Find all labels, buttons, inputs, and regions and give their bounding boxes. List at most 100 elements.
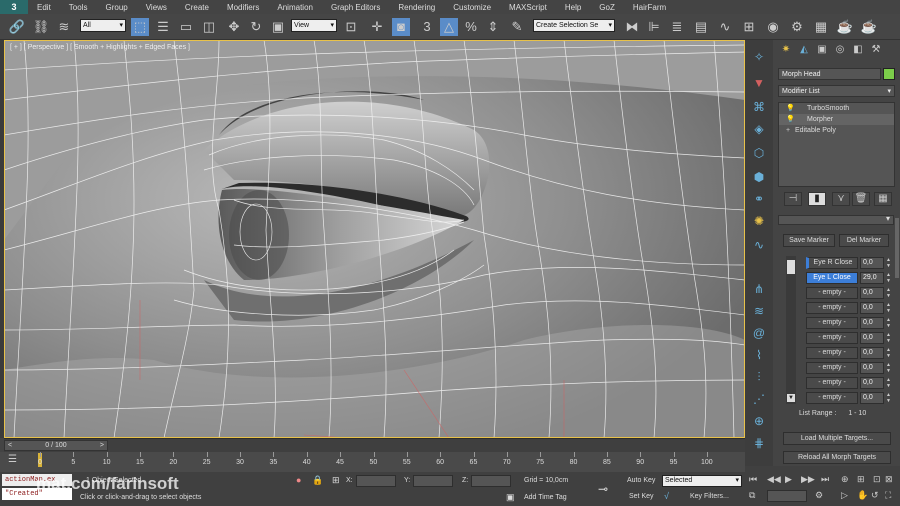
- perspective-viewport[interactable]: [ + ] [ Perspective ] [ Smooth + Highlig…: [4, 40, 745, 438]
- unlink-icon[interactable]: ⛓: [32, 18, 50, 36]
- chain-icon[interactable]: ⚭: [750, 190, 768, 208]
- add-time-tag[interactable]: Add Time Tag: [524, 494, 567, 501]
- edit-named-sets-icon[interactable]: ✎: [508, 18, 526, 36]
- comb-icon[interactable]: ⫶: [750, 368, 768, 386]
- track-bar[interactable]: ☰ 0 5 10 15 20 25 30 35 40 45 50 55 60 65 70 75 80 85 90 95…: [0, 452, 745, 472]
- brush-icon[interactable]: ⌇: [750, 346, 768, 364]
- set-key-button[interactable]: Set Key: [629, 493, 654, 500]
- key-mode-dropdown[interactable]: Selected: [662, 475, 742, 487]
- motion-icon[interactable]: ◈: [750, 120, 768, 138]
- configure-sets-icon[interactable]: ▦: [874, 192, 892, 206]
- expand-icon[interactable]: +: [786, 125, 790, 136]
- pivot-center-icon[interactable]: ⊡: [342, 18, 360, 36]
- percent-snap-icon[interactable]: %: [462, 18, 480, 36]
- lightbulb-icon[interactable]: 💡: [786, 114, 795, 125]
- spinner-icon[interactable]: ▲ ▼: [886, 302, 892, 314]
- menu-group[interactable]: Group: [96, 3, 136, 12]
- y-coordinate-field[interactable]: [413, 475, 453, 487]
- show-end-result-icon[interactable]: ▮: [808, 192, 826, 206]
- z-coordinate-field[interactable]: [471, 475, 511, 487]
- select-by-name-icon[interactable]: ☰: [154, 18, 172, 36]
- reference-coordinate-dropdown[interactable]: View: [291, 19, 337, 32]
- lock-icon[interactable]: 🔒: [312, 475, 323, 486]
- time-slider-thumb[interactable]: 0 / 100: [4, 440, 108, 451]
- key-filters-button[interactable]: Key Filters...: [690, 493, 729, 500]
- panel-scrollbar[interactable]: [895, 218, 899, 278]
- channel-button[interactable]: - empty -: [806, 302, 858, 314]
- create-tab-icon[interactable]: ✷: [779, 44, 793, 57]
- strand-icon[interactable]: ⋰: [750, 390, 768, 408]
- stack-item-morpher[interactable]: 💡 Morpher: [779, 114, 894, 125]
- object-name-field[interactable]: Morph Head: [778, 68, 881, 80]
- spinner-snap-icon[interactable]: ⇕: [484, 18, 502, 36]
- list-range-value[interactable]: 1 - 10: [848, 410, 866, 417]
- time-config-icon[interactable]: ⚙: [815, 490, 823, 501]
- select-object-icon[interactable]: ⬚: [131, 18, 149, 36]
- x-coordinate-field[interactable]: [356, 475, 396, 487]
- spinner-icon[interactable]: ▲ ▼: [886, 257, 892, 269]
- stack-item-turbosmooth[interactable]: 💡 TurboSmooth: [779, 103, 894, 114]
- link-icon[interactable]: 🔗: [8, 18, 26, 36]
- display-icon[interactable]: ⬡: [750, 144, 768, 162]
- orbit-icon[interactable]: ↺: [871, 490, 879, 501]
- channel-value[interactable]: 0,0: [860, 287, 884, 299]
- del-marker-button[interactable]: Del Marker: [839, 234, 889, 247]
- go-to-end-icon[interactable]: ⏭: [821, 474, 829, 485]
- remove-modifier-icon[interactable]: 🗑: [852, 192, 870, 206]
- lightbulb-icon[interactable]: 💡: [786, 103, 795, 114]
- channel-value[interactable]: 0,0: [860, 377, 884, 389]
- swirl-icon[interactable]: @: [750, 324, 768, 342]
- hierarchy-icon[interactable]: ⌘: [750, 98, 768, 116]
- sun-icon[interactable]: ✺: [750, 212, 768, 230]
- display-tab-icon[interactable]: ◧: [851, 44, 865, 57]
- channel-value[interactable]: 0,0: [860, 302, 884, 314]
- hair-icon[interactable]: ⋔: [750, 280, 768, 298]
- channel-button[interactable]: - empty -: [806, 332, 858, 344]
- channel-value[interactable]: 0,0: [860, 362, 884, 374]
- fur-icon[interactable]: ≋: [750, 302, 768, 320]
- menu-views[interactable]: Views: [137, 3, 176, 12]
- spinner-icon[interactable]: ▲ ▼: [886, 347, 892, 359]
- spinner-icon[interactable]: ▲ ▼: [886, 272, 892, 284]
- menu-maxscript[interactable]: MAXScript: [500, 3, 556, 12]
- menu-goz[interactable]: GoZ: [590, 3, 624, 12]
- channel-button[interactable]: - empty -: [806, 287, 858, 299]
- menu-rendering[interactable]: Rendering: [389, 3, 444, 12]
- current-frame-field[interactable]: [767, 490, 807, 502]
- spinner-icon[interactable]: ▲ ▼: [886, 332, 892, 344]
- menu-customize[interactable]: Customize: [444, 3, 500, 12]
- absolute-mode-icon[interactable]: ⊞: [332, 475, 340, 486]
- load-multiple-targets-button[interactable]: Load Multiple Targets...: [783, 432, 891, 445]
- pan-view-icon[interactable]: ✋: [857, 490, 868, 501]
- menu-animation[interactable]: Animation: [268, 3, 322, 12]
- channel-button[interactable]: - empty -: [806, 377, 858, 389]
- menu-create[interactable]: Create: [176, 3, 218, 12]
- channel-button[interactable]: - empty -: [806, 317, 858, 329]
- motion-tab-icon[interactable]: ◎: [833, 44, 847, 57]
- snaps-toggle-icon[interactable]: 3: [418, 18, 436, 36]
- key-tangent-icon[interactable]: √: [664, 491, 669, 501]
- pin-stack-icon[interactable]: ⊣: [784, 192, 802, 206]
- grass-icon[interactable]: ⋕: [750, 434, 768, 452]
- utilities-icon[interactable]: ⬢: [750, 168, 768, 186]
- spinner-icon[interactable]: ▲ ▼: [886, 377, 892, 389]
- curve-editor-icon[interactable]: ∿: [716, 18, 734, 36]
- stack-item-editable-poly[interactable]: + Editable Poly: [779, 125, 894, 136]
- mirror-icon[interactable]: ⧓: [623, 18, 641, 36]
- angle-snap-icon[interactable]: △: [440, 18, 458, 36]
- previous-frame-icon[interactable]: ◀◀: [767, 474, 781, 485]
- rendered-frame-window-icon[interactable]: ▦: [812, 18, 830, 36]
- layer-manager-icon[interactable]: ≣: [668, 18, 686, 36]
- utilities-tab-icon[interactable]: ⚒: [869, 44, 883, 57]
- channel-value[interactable]: 0,0: [860, 257, 884, 269]
- isolate-icon[interactable]: ●: [296, 475, 301, 485]
- zoom-extents-icon[interactable]: ⊡: [873, 474, 881, 485]
- scale-icon[interactable]: ▣: [269, 18, 287, 36]
- menu-help[interactable]: Help: [556, 3, 590, 12]
- time-tag-icon[interactable]: ▣: [506, 492, 515, 503]
- play-icon[interactable]: ▶: [785, 474, 792, 485]
- object-color-swatch[interactable]: [883, 68, 895, 80]
- menu-hairfarm[interactable]: HairFarm: [624, 3, 675, 12]
- scroll-down-icon[interactable]: ▼: [787, 394, 795, 402]
- wave-icon[interactable]: ∿: [750, 236, 768, 254]
